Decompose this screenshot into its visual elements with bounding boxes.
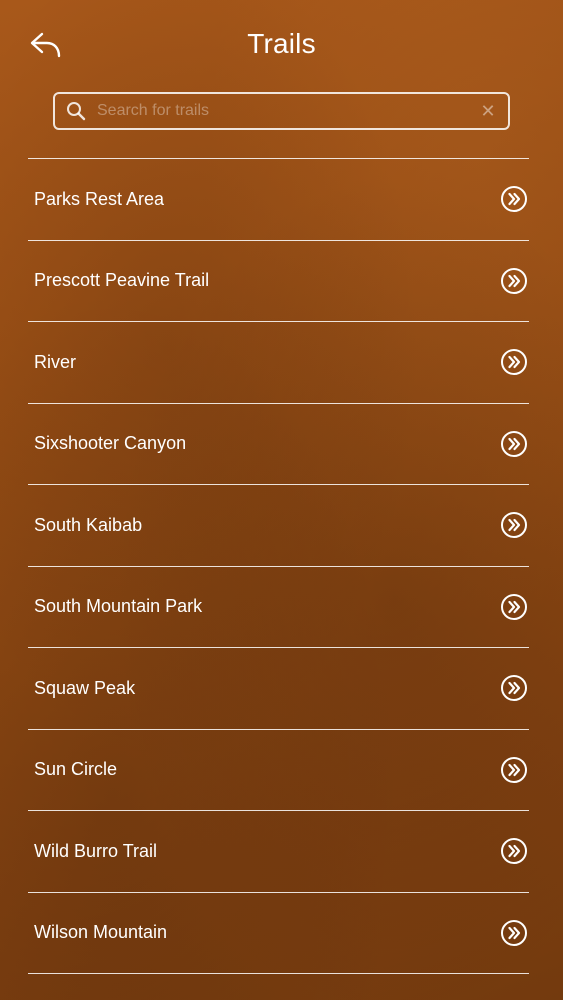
trail-label: Sixshooter Canyon [34,433,187,454]
chevron-right-circle-icon [500,593,528,621]
chevron-right-circle-icon [500,919,528,947]
trail-row[interactable]: Wilson Mountain [28,893,529,974]
chevron-right-circle-icon [500,185,528,213]
chevron-right-circle-icon [500,756,528,784]
trail-label: Sun Circle [34,759,118,780]
trail-row[interactable]: Squaw Peak [28,648,529,730]
trail-row[interactable]: Wild Burro Trail [28,811,529,893]
search-icon [67,102,86,121]
clear-search-button[interactable]: ✕ [468,94,508,128]
trail-label: Wilson Mountain [34,922,168,943]
trail-list: Parks Rest Area Prescott Peavine Trail R… [28,158,529,974]
page-title: Trails [247,28,316,59]
trail-row[interactable]: South Kaibab [28,485,529,567]
trail-label: South Mountain Park [34,596,203,617]
trail-label: Prescott Peavine Trail [34,270,210,291]
trail-label: Parks Rest Area [34,188,165,209]
chevron-right-circle-icon [500,430,528,458]
chevron-right-circle-icon [500,511,528,539]
trail-label: River [34,351,77,372]
chevron-right-circle-icon [500,348,528,376]
trail-row[interactable]: Prescott Peavine Trail [28,241,529,322]
trail-row[interactable]: River [28,322,529,404]
trail-row[interactable]: Parks Rest Area [28,159,529,241]
trail-row[interactable]: South Mountain Park [28,567,529,648]
search-bar: ✕ [53,92,510,130]
trail-row[interactable]: Sun Circle [28,730,529,811]
trail-label: Wild Burro Trail [34,840,158,861]
header: Trails [0,0,563,92]
search-icon-container [55,94,97,128]
trail-row[interactable]: Sixshooter Canyon [28,404,529,485]
chevron-right-circle-icon [500,267,528,295]
trail-label: South Kaibab [34,514,143,535]
chevron-right-circle-icon [500,837,528,865]
search-input[interactable] [97,94,468,128]
clear-icon: ✕ [480,100,496,121]
chevron-right-circle-icon [500,674,528,702]
trail-label: Squaw Peak [34,677,136,698]
